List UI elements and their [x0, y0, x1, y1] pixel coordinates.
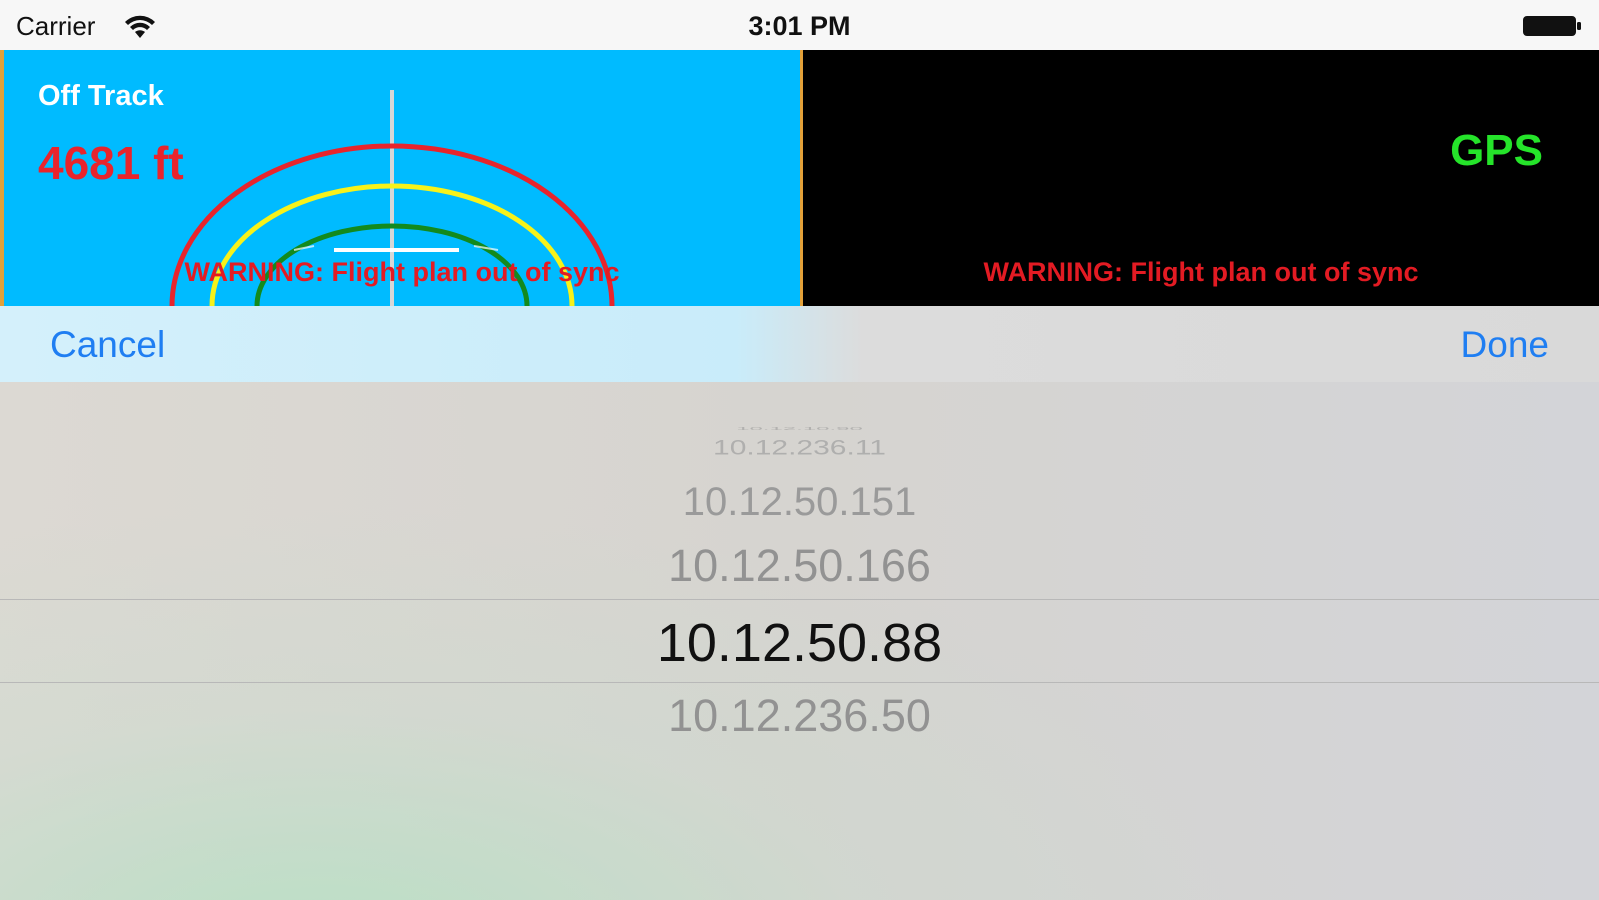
picker-option-selected[interactable]: 10.12.50.88	[0, 612, 1599, 674]
picker-option[interactable]: 10.12.50.166	[0, 540, 1599, 592]
selection-divider-bottom	[0, 682, 1599, 683]
status-bar: Carrier 3:01 PM	[0, 0, 1599, 50]
picker-option[interactable]: 10.12.236.50	[0, 690, 1599, 742]
done-button[interactable]: Done	[1461, 324, 1549, 366]
ip-address-picker[interactable]: 10.12.10.90 10.12.236.11 10.12.50.151 10…	[0, 382, 1599, 900]
picker-option[interactable]: 10.12.236.11	[0, 436, 1599, 460]
off-track-title: Off Track	[38, 80, 164, 112]
gps-label: GPS	[1450, 126, 1543, 175]
status-time: 3:01 PM	[748, 11, 851, 41]
picker-option[interactable]: 10.12.10.90	[0, 426, 1599, 431]
screen: Carrier 3:01 PM Off Track 4681 ft WARNIN…	[0, 0, 1599, 900]
selection-divider-top	[0, 599, 1599, 600]
cancel-button[interactable]: Cancel	[50, 324, 165, 366]
picker-option[interactable]: 10.12.50.151	[0, 480, 1599, 525]
battery-icon	[1523, 16, 1581, 36]
off-track-panel: Off Track 4681 ft WARNING: Flight plan o…	[0, 50, 800, 306]
picker-toolbar: Cancel Done	[0, 306, 1599, 382]
off-track-distance: 4681 ft	[38, 137, 184, 189]
gps-warning-text: WARNING: Flight plan out of sync	[983, 257, 1419, 287]
gps-panel: GPS WARNING: Flight plan out of sync	[800, 50, 1599, 306]
track-warning-text: WARNING: Flight plan out of sync	[184, 257, 620, 287]
